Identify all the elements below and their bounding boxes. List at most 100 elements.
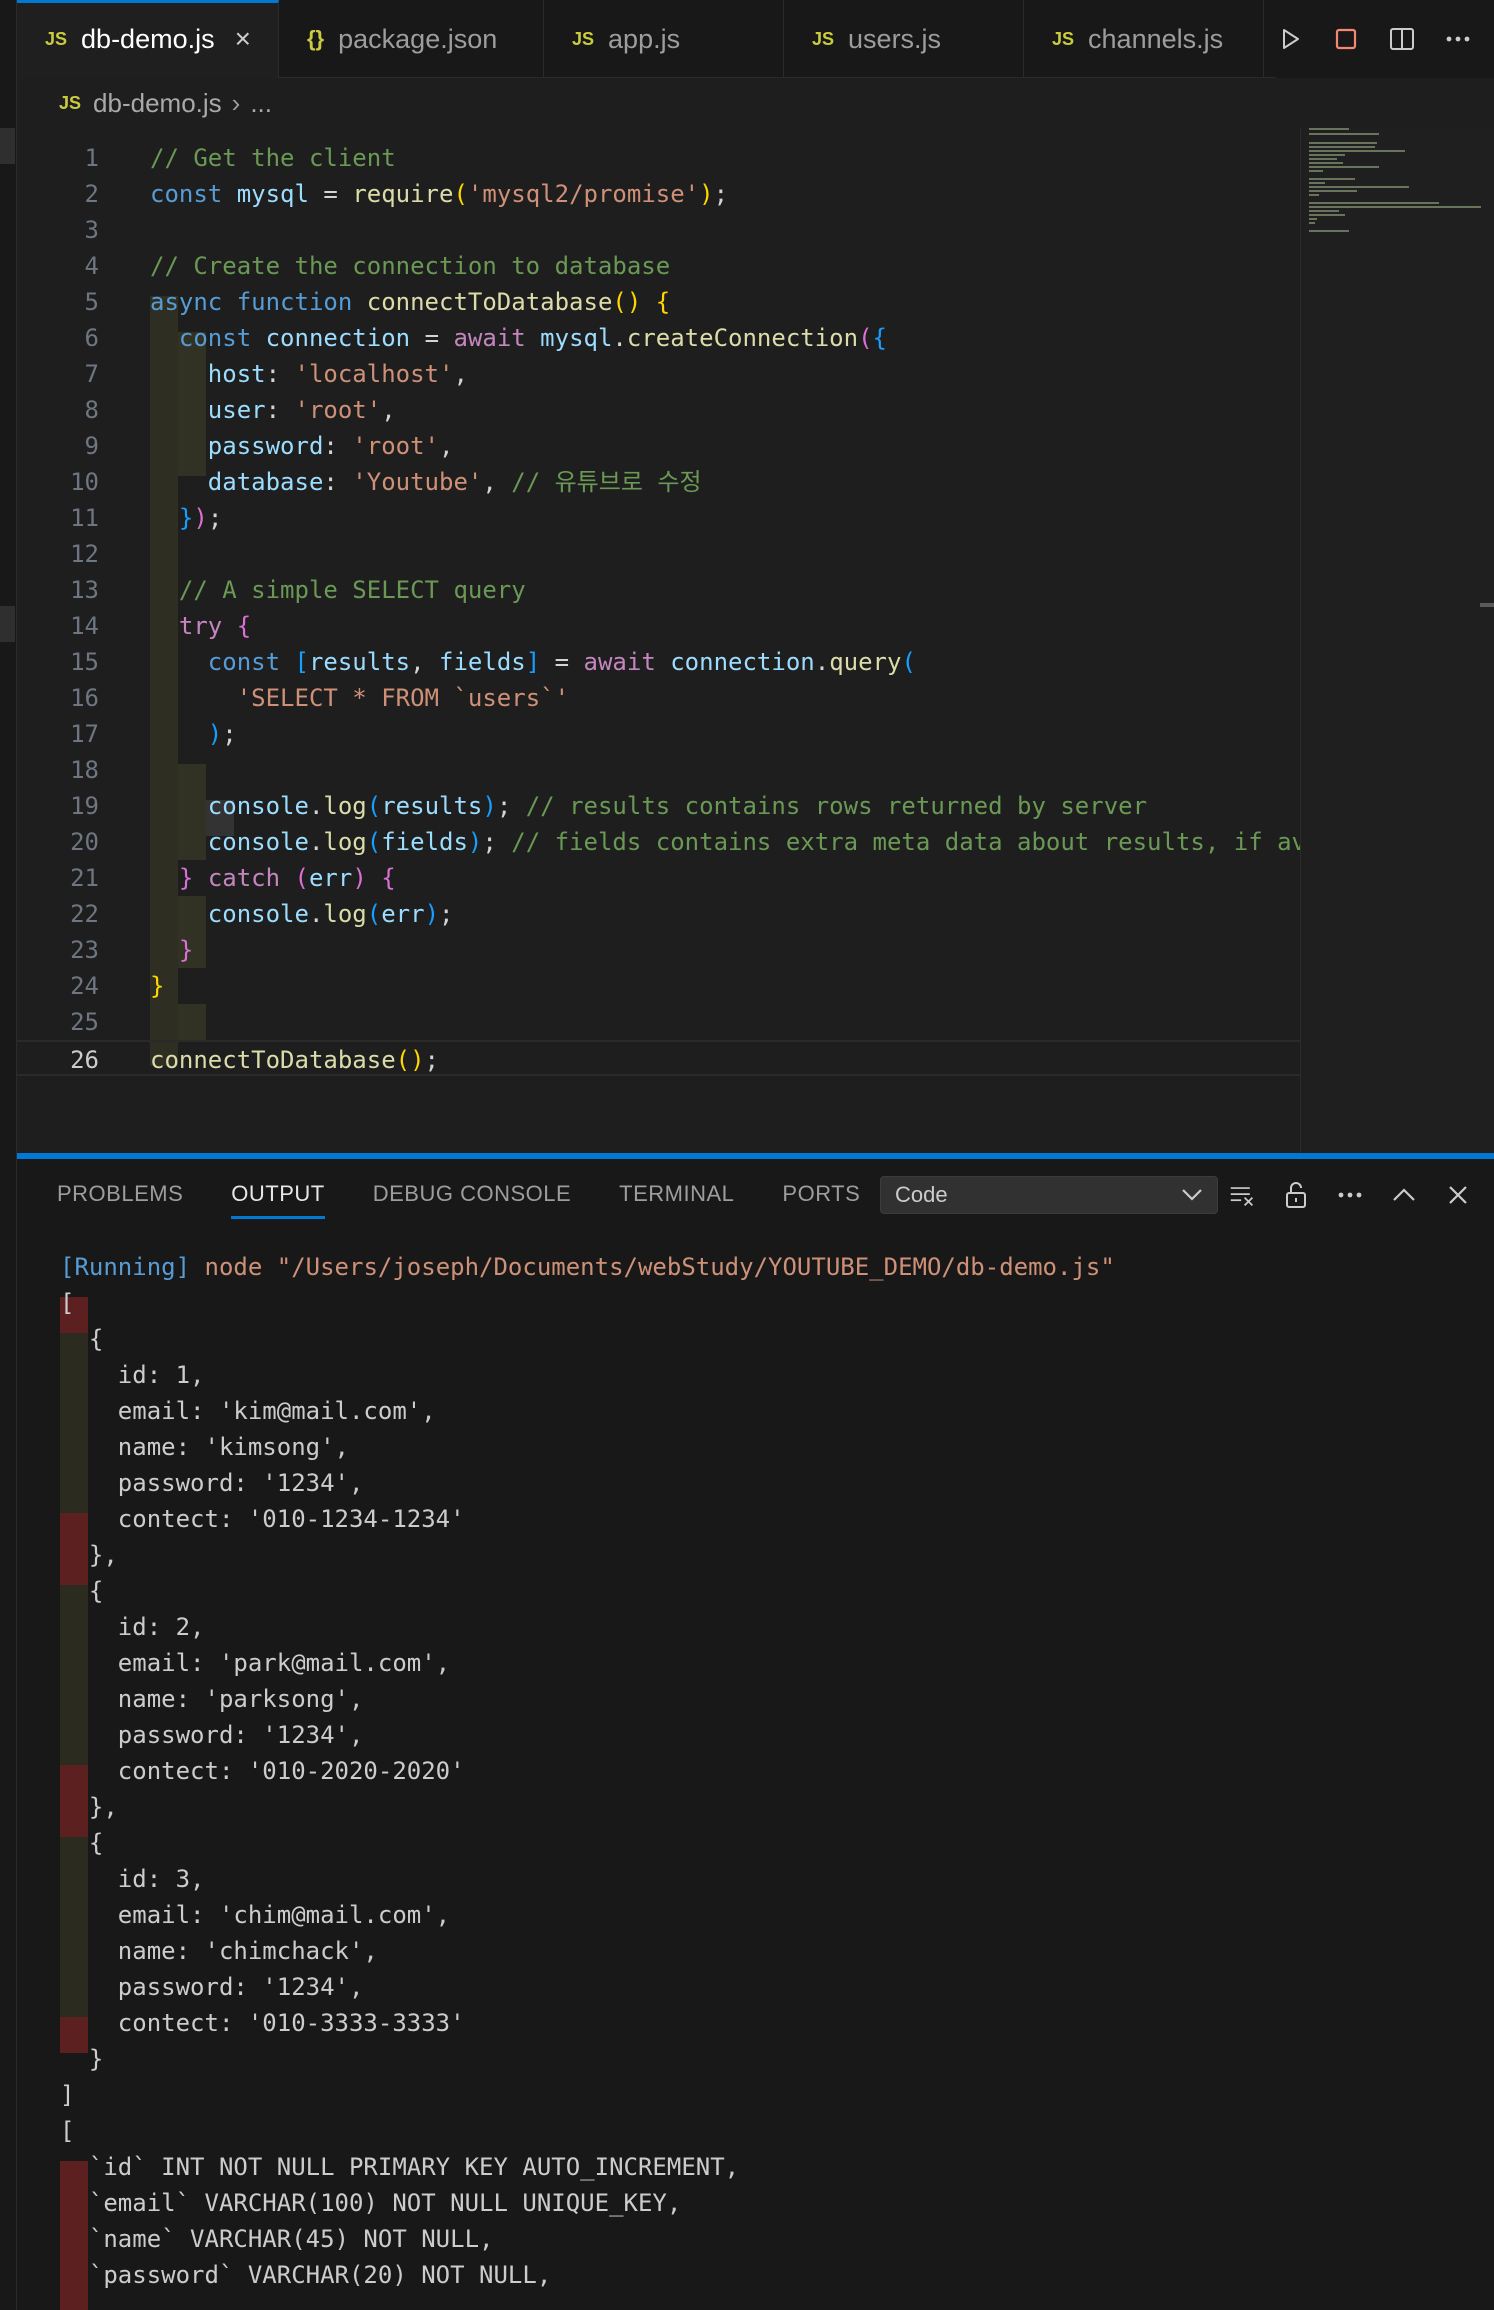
close-icon[interactable]: ×: [235, 23, 251, 55]
output-line: password: '1234',: [60, 1469, 364, 1497]
line-number: 11: [70, 504, 99, 532]
code-line: 7 host: 'localhost',: [17, 356, 1300, 392]
line-number: 25: [70, 1008, 99, 1036]
split-editor-icon[interactable]: [1388, 25, 1416, 53]
output-line: `email` VARCHAR(100) NOT NULL UNIQUE_KEY…: [60, 2189, 682, 2217]
tab-label: package.json: [338, 23, 498, 54]
editor-actions: [1276, 0, 1494, 78]
code-line-current: 26 connectToDatabase();: [17, 1040, 1300, 1076]
minimap[interactable]: [1300, 128, 1494, 1153]
minimap-line: [1309, 128, 1349, 130]
output-view[interactable]: [Running] node "/Users/joseph/Documents/…: [17, 1249, 1494, 2310]
line-number: 20: [70, 828, 99, 856]
json-file-icon: {}: [307, 26, 325, 51]
breadcrumb[interactable]: JS db-demo.js › ...: [17, 78, 1317, 128]
code-line: 23 }: [17, 932, 1300, 968]
line-number: 15: [70, 648, 99, 676]
output-line: id: 1,: [60, 1361, 205, 1389]
lock-icon[interactable]: [1283, 1182, 1309, 1208]
line-number: 6: [84, 324, 99, 352]
minimap-line: [1309, 178, 1355, 180]
close-panel-icon[interactable]: [1445, 1182, 1471, 1208]
output-line: ]: [60, 2081, 75, 2109]
js-file-icon: JS: [572, 28, 595, 49]
tab-terminal[interactable]: TERMINAL: [619, 1159, 734, 1229]
more-icon[interactable]: [1337, 1182, 1363, 1208]
maximize-panel-icon[interactable]: [1391, 1182, 1417, 1208]
activity-strip: [0, 0, 17, 2310]
code-line: 19 console.log(results); // results cont…: [17, 788, 1300, 824]
code-line: 21 } catch (err) {: [17, 860, 1300, 896]
line-number: 2: [84, 180, 99, 208]
output-line: [: [60, 2117, 75, 2145]
line-number: 5: [84, 288, 99, 316]
output-line: {: [60, 1325, 104, 1353]
minimap-line: [1309, 154, 1345, 156]
chevron-down-icon: [1181, 1182, 1203, 1208]
js-file-icon: JS: [812, 28, 835, 49]
clear-output-icon[interactable]: [1229, 1182, 1255, 1208]
strip-marker: [0, 128, 15, 164]
code-line: 17 );: [17, 716, 1300, 752]
output-run-line: [Running] node "/Users/joseph/Documents/…: [60, 1253, 1115, 1281]
line-number: 23: [70, 936, 99, 964]
line-number: 8: [84, 396, 99, 424]
tab-debug-console[interactable]: DEBUG CONSOLE: [373, 1159, 571, 1229]
line-number: 18: [70, 756, 99, 784]
minimap-line: [1309, 190, 1357, 192]
output-line: {: [60, 1829, 104, 1857]
output-line: password: '1234',: [60, 1721, 364, 1749]
line-number: 12: [70, 540, 99, 568]
code-editor[interactable]: 1// Get the client 2 const mysql = requir…: [17, 128, 1300, 1148]
panel-actions: [1229, 1176, 1471, 1214]
minimap-scroll-marker: [1480, 603, 1494, 607]
output-channel-select[interactable]: Code: [880, 1176, 1218, 1214]
code-line: 20 console.log(fields); // fields contai…: [17, 824, 1300, 860]
stop-icon[interactable]: [1332, 25, 1360, 53]
minimap-line: [1309, 194, 1319, 196]
line-number: 19: [70, 792, 99, 820]
minimap-line: [1309, 158, 1337, 160]
output-line: name: 'parksong',: [60, 1685, 364, 1713]
code-line: 25: [17, 1004, 1300, 1040]
more-icon[interactable]: [1444, 25, 1472, 53]
tab-label: app.js: [608, 23, 681, 54]
run-icon[interactable]: [1276, 25, 1304, 53]
tab-problems[interactable]: PROBLEMS: [57, 1159, 183, 1229]
output-line: `password` VARCHAR(20) NOT NULL,: [60, 2261, 552, 2289]
js-file-icon: JS: [45, 28, 68, 49]
line-number: 7: [84, 360, 99, 388]
tab-db-demo-js[interactable]: JS db-demo.js ×: [17, 0, 279, 78]
minimap-line: [1309, 133, 1379, 135]
code-line: 13 // A simple SELECT query: [17, 572, 1300, 608]
line-number: 3: [84, 216, 99, 244]
chevron-right-icon: ›: [231, 87, 241, 118]
code-line: 5 async function connectToDatabase() {: [17, 284, 1300, 320]
tab-output[interactable]: OUTPUT: [231, 1159, 326, 1229]
minimap-line: [1309, 214, 1345, 216]
breadcrumb-file[interactable]: db-demo.js: [93, 88, 222, 119]
js-file-icon: JS: [59, 92, 82, 113]
minimap-line: [1309, 146, 1375, 148]
output-line: contect: '010-1234-1234': [60, 1505, 465, 1533]
line-number: 22: [70, 900, 99, 928]
output-channel-value: Code: [895, 1182, 948, 1207]
minimap-line: [1309, 166, 1379, 168]
tab-users-js[interactable]: JS users.js: [784, 0, 1024, 78]
tab-channels-js[interactable]: JS channels.js: [1024, 0, 1264, 78]
tab-app-js[interactable]: JS app.js: [544, 0, 784, 78]
output-line: }: [60, 2045, 104, 2073]
tab-label: db-demo.js: [81, 23, 215, 54]
code-line: 11 });: [17, 500, 1300, 536]
output-line: },: [60, 1541, 118, 1569]
tab-label: users.js: [848, 23, 942, 54]
minimap-line: [1309, 210, 1339, 212]
tab-ports[interactable]: PORTS: [782, 1159, 860, 1229]
tab-label: channels.js: [1088, 23, 1224, 54]
output-line: password: '1234',: [60, 1973, 364, 2001]
tab-package-json[interactable]: {} package.json: [279, 0, 544, 78]
breadcrumb-symbol[interactable]: ...: [250, 88, 272, 119]
minimap-line: [1309, 150, 1405, 152]
code-line: 6 const connection = await mysql.createC…: [17, 320, 1300, 356]
output-line: name: 'chimchack',: [60, 1937, 378, 1965]
